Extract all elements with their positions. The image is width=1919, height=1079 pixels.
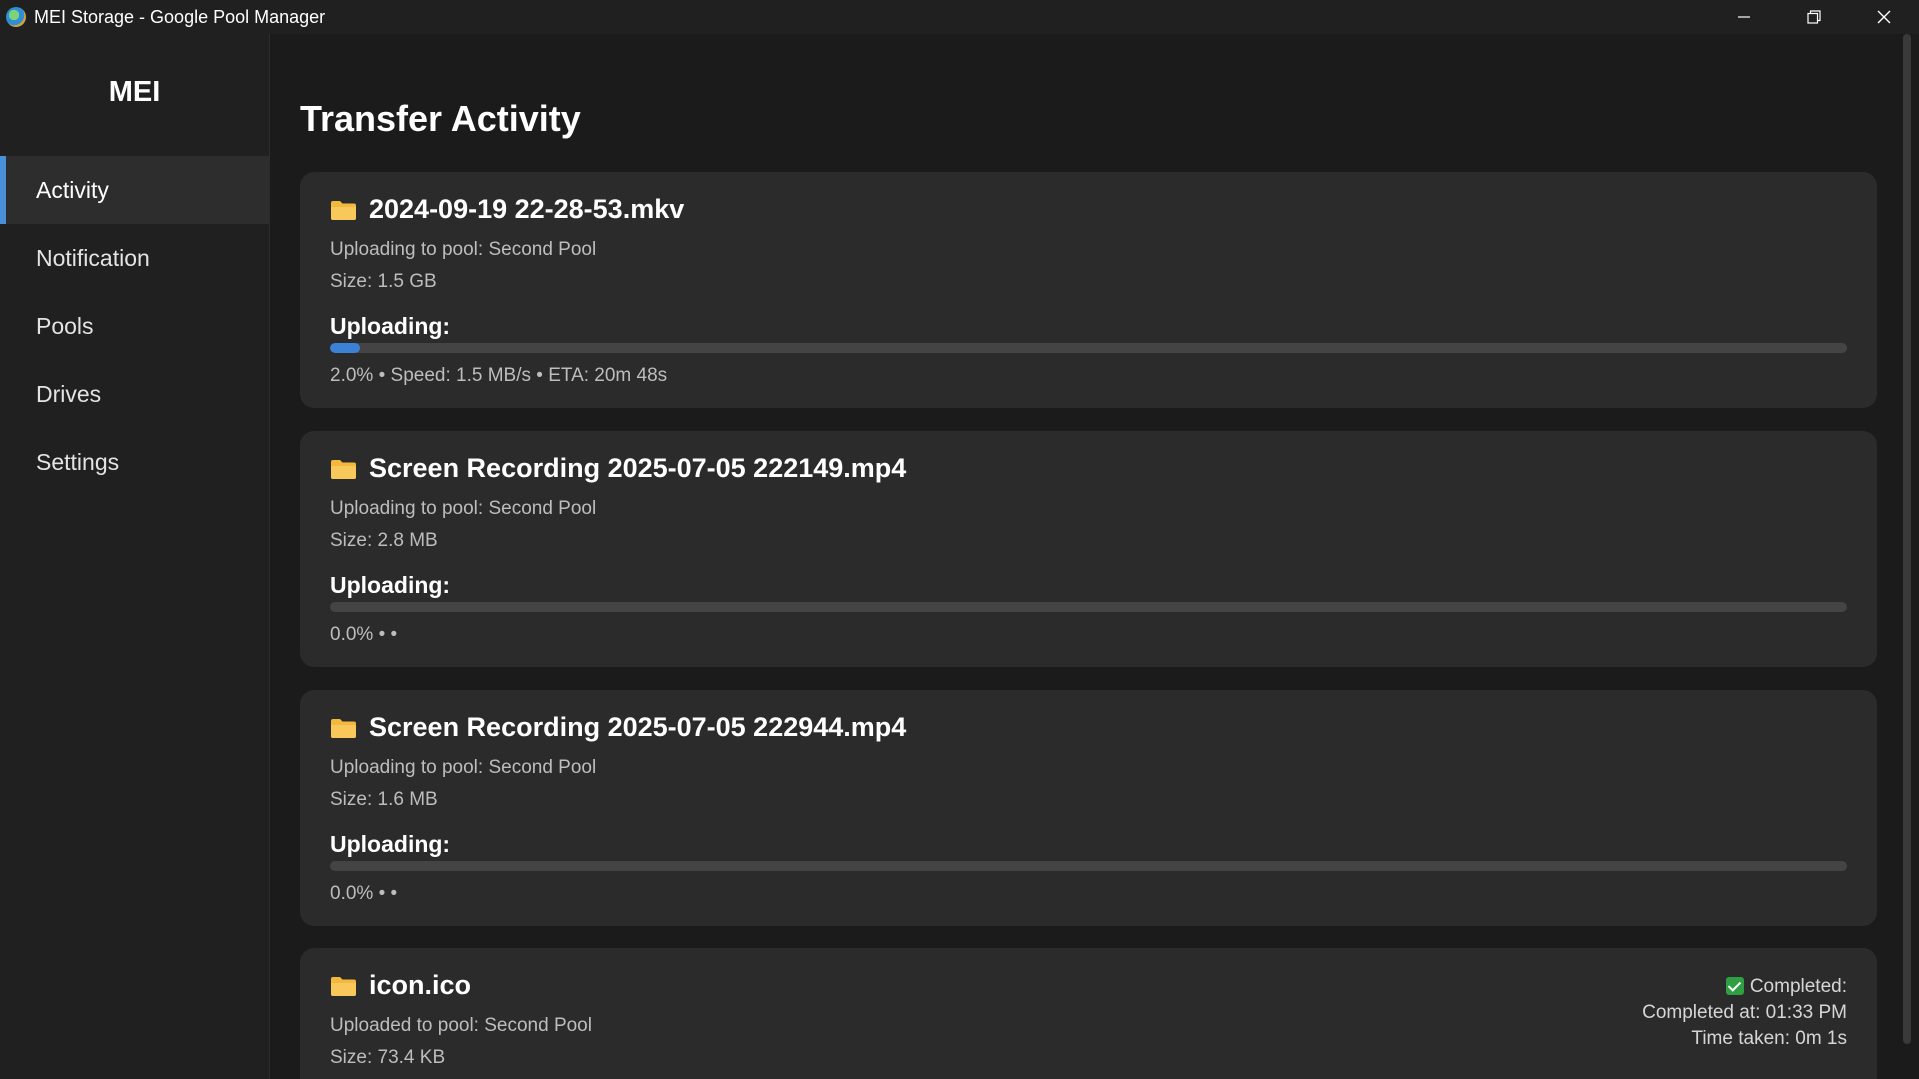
brand-logo: MEI bbox=[108, 76, 161, 108]
size-line: Size: 1.5 GB bbox=[330, 271, 437, 292]
pool-line: Uploading to pool: Second Pool bbox=[330, 498, 597, 519]
transfer-stats: 2.0% • Speed: 1.5 MB/s • ETA: 20m 48s bbox=[330, 365, 668, 386]
window-title: MEI Storage - Google Pool Manager bbox=[34, 6, 326, 27]
sidebar-item-drives[interactable]: Drives bbox=[0, 360, 269, 428]
folder-icon bbox=[331, 718, 356, 738]
transfer-card: Screen Recording 2025-07-05 222149.mp4 U… bbox=[300, 431, 1877, 667]
close-icon bbox=[1877, 10, 1891, 24]
transfer-stats: 0.0% • • bbox=[330, 624, 398, 645]
app-icon bbox=[6, 7, 26, 27]
file-name: Screen Recording 2025-07-05 222944.mp4 bbox=[369, 712, 907, 742]
sidebar-item-settings[interactable]: Settings bbox=[0, 428, 269, 496]
transfer-stats: 0.0% • • bbox=[330, 883, 398, 904]
progress-bar bbox=[330, 602, 1847, 612]
progress-bar bbox=[330, 861, 1847, 871]
progress-bar bbox=[330, 343, 1847, 353]
file-name: Screen Recording 2025-07-05 222149.mp4 bbox=[369, 453, 907, 483]
transfer-title: Screen Recording 2025-07-05 222149.mp4 bbox=[330, 453, 906, 484]
pool-line: Uploading to pool: Second Pool bbox=[330, 757, 597, 778]
progress-fill bbox=[330, 343, 361, 353]
transfer-title: icon.ico bbox=[330, 970, 471, 1001]
sidebar-item-notification[interactable]: Notification bbox=[0, 224, 269, 292]
transfer-title: Screen Recording 2025-07-05 222944.mp4 bbox=[330, 712, 906, 743]
transfer-title: 2024-09-19 22-28-53.mkv bbox=[330, 194, 684, 225]
size-line: Size: 2.8 MB bbox=[330, 530, 438, 551]
sidebar-item-pools[interactable]: Pools bbox=[0, 292, 269, 360]
size-line: Size: 1.6 MB bbox=[330, 789, 438, 810]
completion-info: Completed: Completed at: 01:33 PM Time t… bbox=[1642, 974, 1847, 1052]
completed-label: Completed: bbox=[1749, 976, 1847, 997]
scrollbar[interactable] bbox=[1903, 34, 1911, 1044]
title-bar: MEI Storage - Google Pool Manager bbox=[0, 0, 1919, 34]
folder-icon bbox=[331, 976, 356, 996]
pool-line: Uploading to pool: Second Pool bbox=[330, 239, 597, 260]
status-label: Uploading: bbox=[330, 572, 451, 598]
minimize-icon bbox=[1738, 16, 1750, 18]
pool-line: Uploaded to pool: Second Pool bbox=[330, 1015, 592, 1036]
completed-status: Completed: bbox=[1642, 974, 1847, 1000]
restore-button[interactable] bbox=[1779, 0, 1849, 34]
file-name: 2024-09-19 22-28-53.mkv bbox=[369, 194, 685, 224]
sidebar-item-activity[interactable]: Activity bbox=[0, 156, 269, 224]
checkmark-icon bbox=[1725, 977, 1744, 995]
main-content: Transfer Activity 2024-09-19 22-28-53.mk… bbox=[270, 34, 1911, 1079]
sidebar: MEI Activity Notification Pools Drives S… bbox=[0, 34, 270, 1079]
file-name: icon.ico bbox=[369, 970, 472, 1000]
completed-at: Completed at: 01:33 PM bbox=[1642, 1002, 1847, 1023]
status-label: Uploading: bbox=[330, 831, 451, 857]
minimize-button[interactable] bbox=[1709, 0, 1779, 34]
close-button[interactable] bbox=[1849, 0, 1919, 34]
transfer-card: 2024-09-19 22-28-53.mkv Uploading to poo… bbox=[300, 172, 1877, 408]
time-taken: Time taken: 0m 1s bbox=[1691, 1028, 1847, 1049]
folder-icon bbox=[331, 200, 356, 220]
window-controls bbox=[1709, 0, 1919, 34]
status-label: Uploading: bbox=[330, 313, 451, 339]
sidebar-nav: Activity Notification Pools Drives Setti… bbox=[0, 156, 269, 496]
size-line: Size: 73.4 KB bbox=[330, 1047, 446, 1068]
transfer-card: icon.ico Uploaded to pool: Second Pool S… bbox=[300, 948, 1877, 1079]
restore-icon bbox=[1807, 10, 1821, 24]
folder-icon bbox=[331, 459, 356, 479]
transfer-card: Screen Recording 2025-07-05 222944.mp4 U… bbox=[300, 690, 1877, 926]
page-title: Transfer Activity bbox=[300, 98, 581, 139]
